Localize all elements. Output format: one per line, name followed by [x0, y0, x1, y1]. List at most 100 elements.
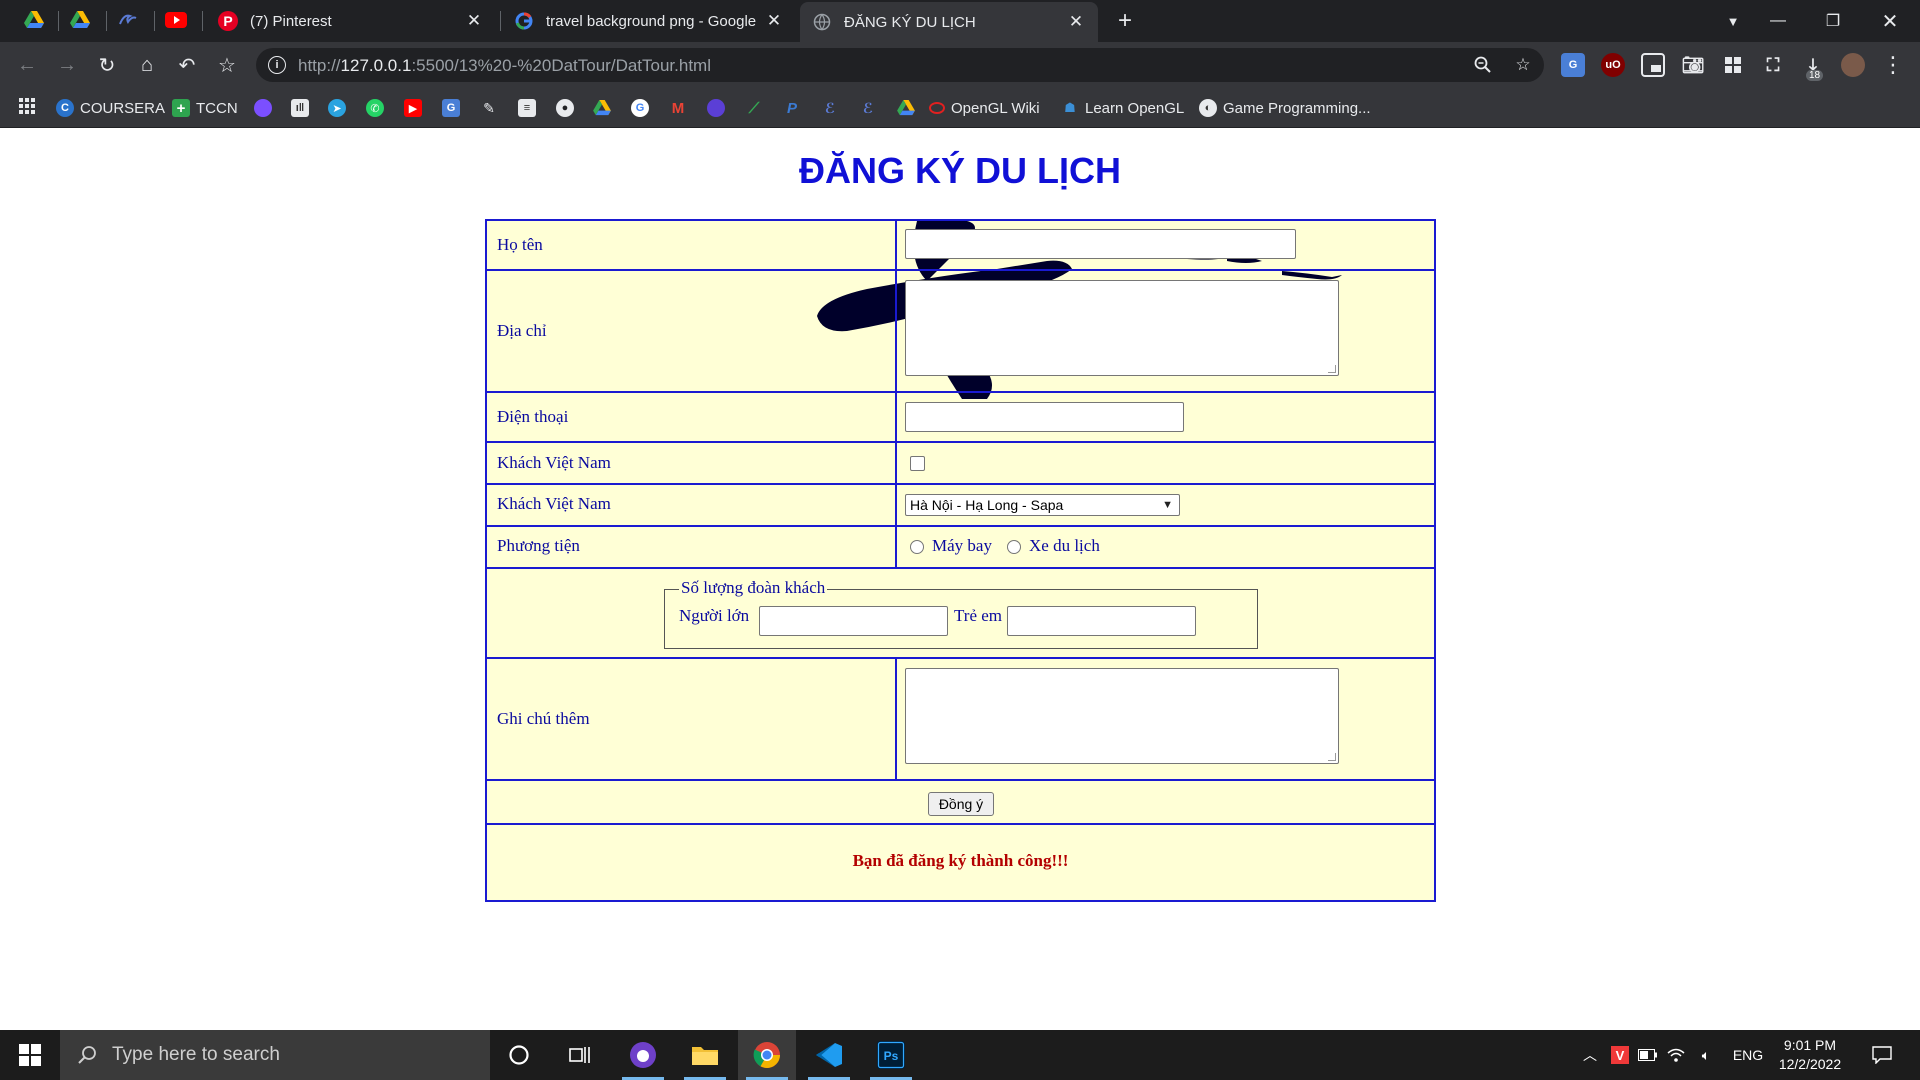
close-window-button[interactable]: ✕	[1870, 0, 1910, 42]
radio-bus-label[interactable]: Xe du lịch	[1029, 536, 1100, 556]
tab-title: (7) Pinterest	[250, 12, 332, 30]
forward-arrow-icon[interactable]: →	[52, 50, 82, 80]
wifi-icon[interactable]	[1664, 1030, 1688, 1080]
notifications-icon[interactable]	[1864, 1030, 1900, 1080]
input-language[interactable]: ENG	[1728, 1030, 1768, 1080]
brush-bookmark-icon[interactable]: ℰ	[821, 97, 845, 119]
google-bookmark-icon[interactable]: G	[631, 97, 655, 119]
google-drive-bookmark-icon[interactable]	[593, 97, 617, 119]
windows-start-icon[interactable]	[0, 1030, 60, 1080]
github-icon[interactable]: ●	[556, 97, 580, 119]
chrome-icon[interactable]	[738, 1030, 796, 1080]
label-phone: Điện thoại	[497, 407, 569, 426]
volume-icon[interactable]: 🔈︎	[1694, 1030, 1718, 1080]
messenger-icon[interactable]	[254, 97, 278, 119]
gmail-icon[interactable]: M	[669, 97, 693, 119]
tab-title: travel background png - Google	[546, 12, 757, 30]
youtube-icon[interactable]	[164, 8, 188, 32]
youtube-bookmark-icon[interactable]: ▶	[404, 97, 428, 119]
url-text[interactable]: http://127.0.0.1:5500/13%20-%20DatTour/D…	[298, 56, 711, 76]
home-icon[interactable]: ⌂	[132, 50, 162, 80]
tour-select[interactable]: Hà Nội - Hạ Long - Sapa ▼	[905, 494, 1180, 516]
translate-bookmark-icon[interactable]: G	[442, 97, 466, 119]
bookmark-coursera[interactable]: C COURSERA	[56, 97, 165, 119]
label-address: Địa chỉ	[497, 321, 547, 340]
taskbar-search-box[interactable]: Type here to search	[60, 1030, 490, 1080]
restore-button[interactable]: ❐	[1813, 0, 1853, 42]
pen-icon[interactable]: ✎	[480, 97, 504, 119]
trello-icon[interactable]: ı‖	[291, 97, 315, 119]
brush-bookmark-icon[interactable]: ℰ	[859, 97, 883, 119]
radio-bus[interactable]	[1007, 540, 1021, 554]
adults-input[interactable]	[759, 606, 948, 636]
plus-icon: +	[172, 99, 190, 117]
address-textarea[interactable]	[905, 280, 1339, 376]
document-icon[interactable]: ≡	[518, 97, 542, 119]
notes-textarea[interactable]	[905, 668, 1339, 764]
address-bar[interactable]: i http://127.0.0.1:5500/13%20-%20DatTour…	[256, 48, 1544, 82]
google-drive-icon[interactable]	[68, 8, 92, 32]
resize-grip-icon[interactable]	[1328, 365, 1336, 373]
vscode-icon[interactable]	[800, 1030, 858, 1080]
radio-plane-label[interactable]: Máy bay	[932, 536, 992, 556]
extensions-grid-icon[interactable]	[1721, 53, 1745, 77]
chart-icon[interactable]: ⟋	[745, 97, 769, 119]
minimize-button[interactable]: —	[1758, 0, 1798, 42]
name-input[interactable]	[905, 229, 1296, 259]
close-tab-icon[interactable]: ✕	[764, 11, 784, 31]
phone-input[interactable]	[905, 402, 1184, 432]
apps-grid-icon[interactable]	[16, 95, 38, 117]
bookmark-label: Game Programming...	[1223, 99, 1371, 117]
children-input[interactable]	[1007, 606, 1196, 636]
google-drive-icon[interactable]	[22, 8, 46, 32]
bookmark-opengl-wiki[interactable]: OpenGL Wiki	[929, 97, 1040, 119]
picture-in-picture-icon[interactable]	[1641, 53, 1665, 77]
site-info-icon[interactable]: i	[268, 56, 286, 74]
whatsapp-icon[interactable]: ✆	[366, 97, 390, 119]
bookmark-game-programming[interactable]: ◐ Game Programming...	[1199, 97, 1371, 119]
google-icon	[514, 11, 534, 31]
paypal-icon[interactable]: P	[783, 97, 807, 119]
new-tab-button[interactable]: +	[1112, 7, 1138, 34]
vivaldi-tray-icon[interactable]: V	[1608, 1030, 1632, 1080]
photoshop-icon[interactable]: Ps	[862, 1030, 920, 1080]
github-desktop-icon[interactable]	[614, 1030, 672, 1080]
translate-extension-icon[interactable]: G	[1561, 53, 1585, 77]
clock[interactable]: 9:01 PM 12/2/2022	[1770, 1036, 1850, 1074]
show-hidden-icons-chevron-icon[interactable]: ︿	[1578, 1030, 1602, 1080]
circle-app-icon[interactable]	[707, 97, 731, 119]
battery-icon[interactable]	[1636, 1030, 1660, 1080]
success-message: Bạn đã đăng ký thành công!!!	[852, 851, 1069, 870]
ublock-origin-icon[interactable]: uO	[1601, 53, 1625, 77]
task-view-icon[interactable]	[551, 1030, 609, 1080]
close-tab-icon[interactable]: ✕	[1066, 12, 1086, 32]
radio-plane[interactable]	[910, 540, 924, 554]
bookmark-star-icon[interactable]: ☆	[212, 50, 242, 80]
profile-avatar[interactable]	[1841, 53, 1865, 77]
crop-icon[interactable]: ⛶	[1761, 53, 1785, 77]
menu-kebab-icon[interactable]: ⋮	[1878, 50, 1908, 80]
tab-search-chevron-icon[interactable]: ▼	[1713, 0, 1753, 42]
undo-icon[interactable]: ↶	[172, 50, 202, 80]
resize-grip-icon[interactable]	[1328, 753, 1336, 761]
zoom-icon[interactable]	[1472, 54, 1494, 76]
brush-app-icon[interactable]	[116, 8, 140, 32]
submit-button[interactable]: Đồng ý	[928, 792, 994, 816]
url-host: 127.0.0.1	[340, 56, 412, 75]
camera-icon[interactable]: 📷︎	[1681, 53, 1705, 77]
reload-icon[interactable]: ↻	[92, 50, 122, 80]
bookmark-page-star-icon[interactable]: ☆	[1512, 54, 1534, 76]
telegram-icon[interactable]: ➤	[328, 97, 352, 119]
close-tab-icon[interactable]: ✕	[464, 11, 484, 31]
google-drive-bookmark-icon[interactable]	[897, 97, 921, 119]
tab-dang-ky-du-lich[interactable]: ĐĂNG KÝ DU LỊCH ✕	[800, 2, 1098, 42]
back-arrow-icon[interactable]: ←	[12, 50, 42, 80]
clock-date: 12/2/2022	[1778, 1056, 1842, 1072]
tab-google-search[interactable]: travel background png - Google ✕	[502, 0, 796, 42]
cortana-icon[interactable]	[490, 1030, 548, 1080]
tab-pinterest[interactable]: P (7) Pinterest ✕	[206, 0, 496, 42]
vn-guest-checkbox[interactable]	[910, 456, 925, 471]
bookmark-tccn[interactable]: + TCCN	[172, 97, 238, 119]
file-explorer-icon[interactable]	[676, 1030, 734, 1080]
bookmark-learn-opengl[interactable]: ☗ Learn OpenGL	[1061, 97, 1184, 119]
